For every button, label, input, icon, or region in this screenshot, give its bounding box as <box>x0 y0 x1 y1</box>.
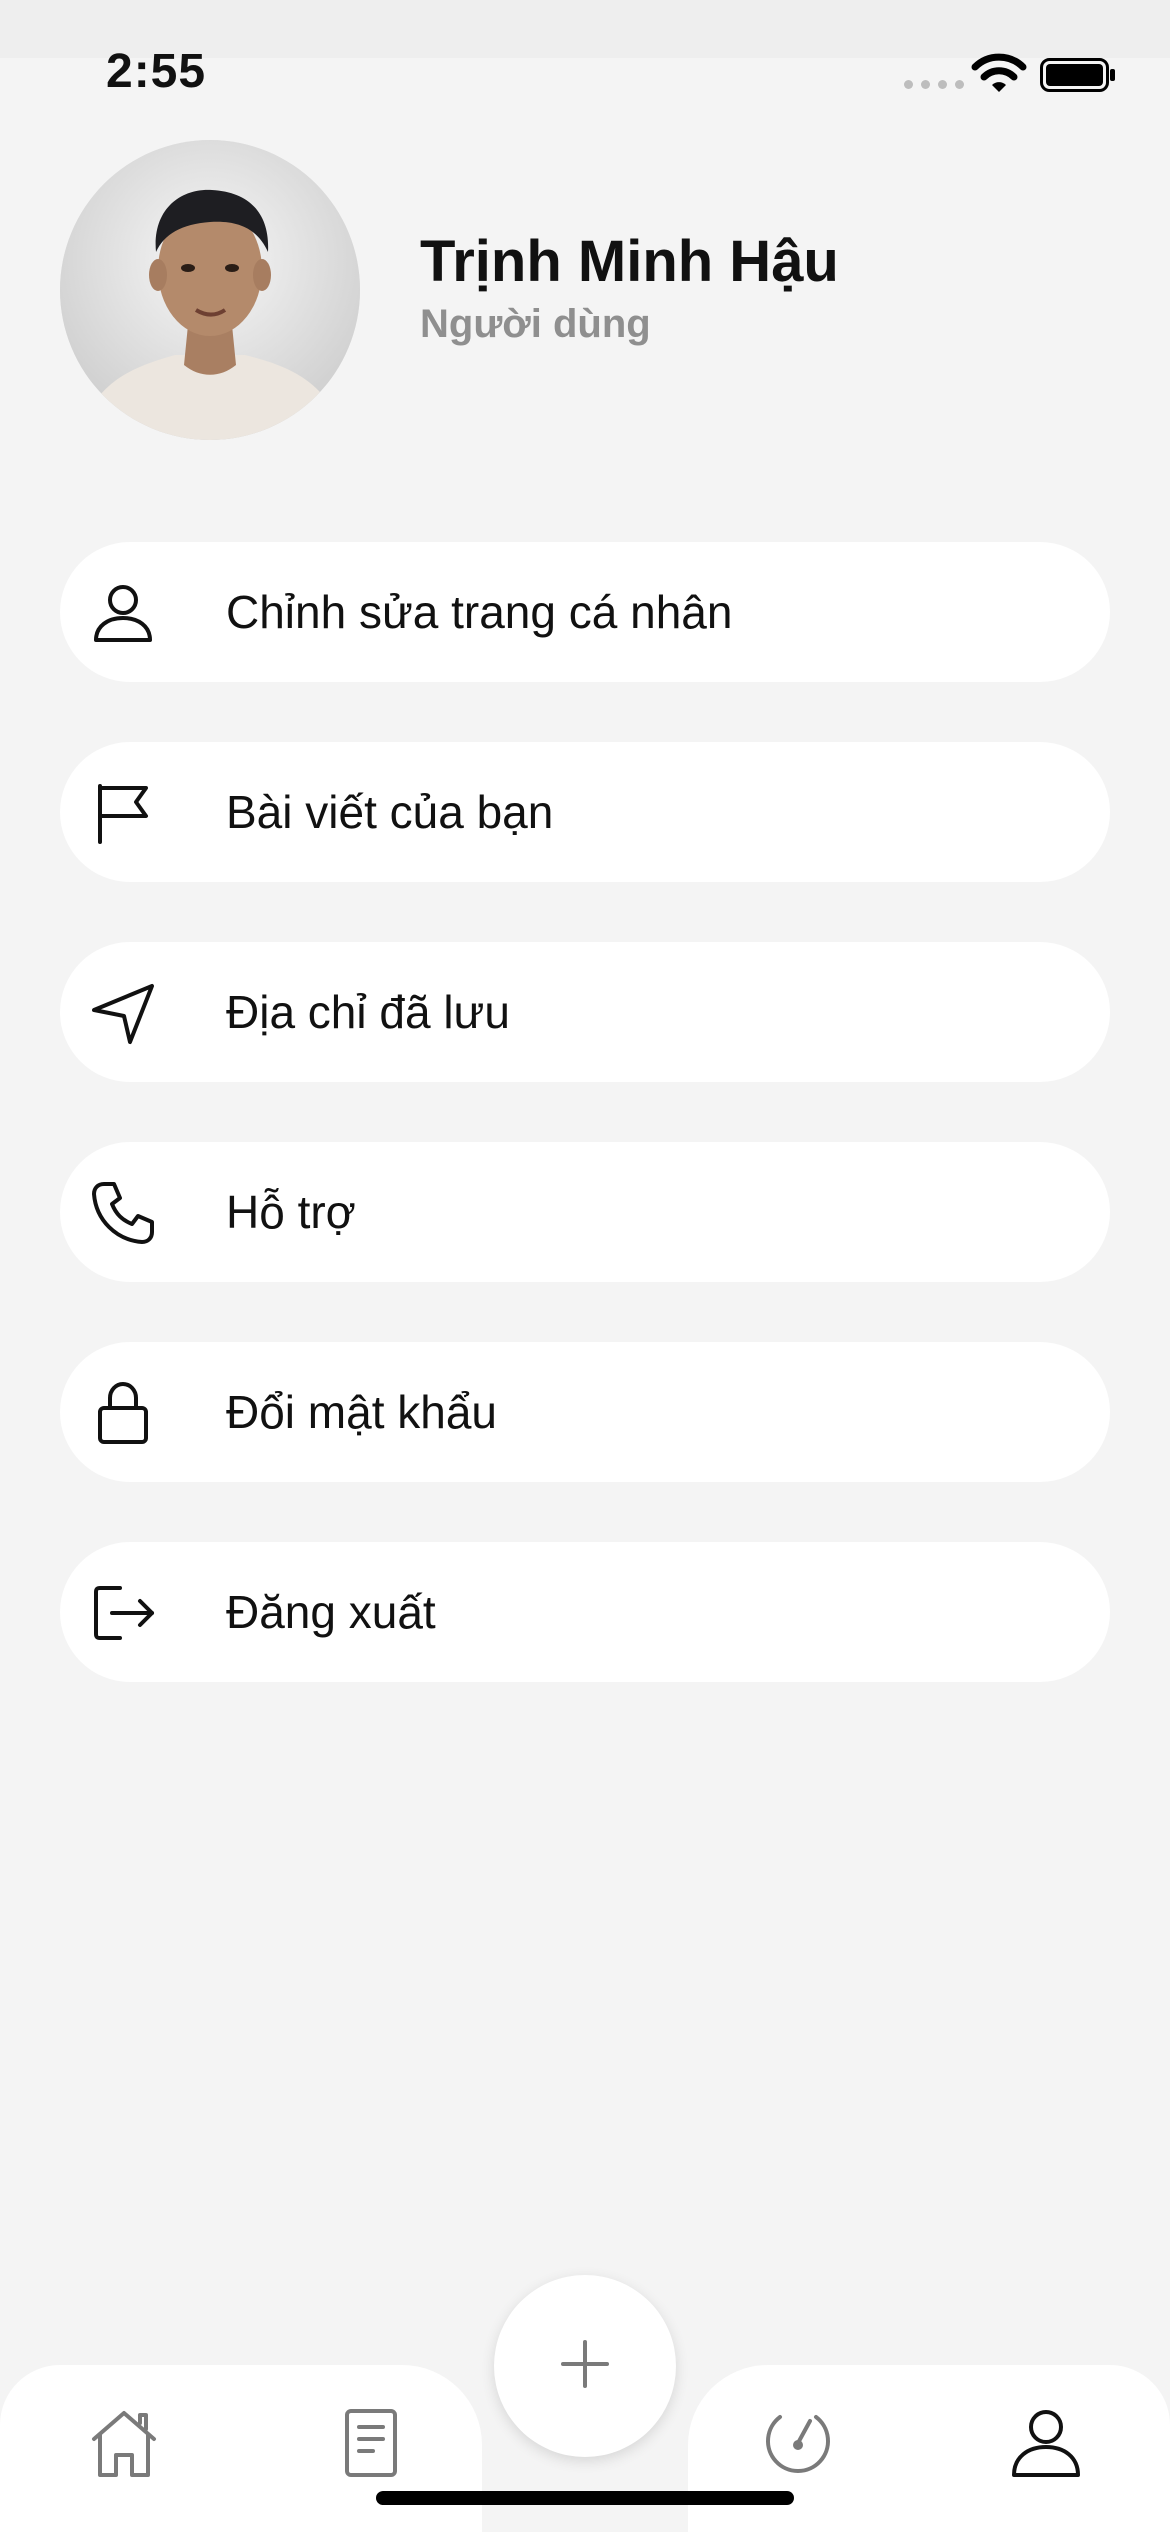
battery-icon <box>1040 58 1115 92</box>
menu-item-label: Địa chỉ đã lưu <box>226 986 510 1038</box>
phone-icon <box>90 1180 156 1246</box>
home-indicator[interactable] <box>376 2491 794 2505</box>
user-icon <box>90 580 156 646</box>
menu-item-edit-profile[interactable]: Chỉnh sửa trang cá nhân <box>60 542 1110 682</box>
menu-item-your-posts[interactable]: Bài viết của bạn <box>60 742 1110 882</box>
menu-item-label: Bài viết của bạn <box>226 786 554 838</box>
settings-menu: Chỉnh sửa trang cá nhân Bài viết của bạn… <box>60 542 1110 1742</box>
menu-item-label: Đăng xuất <box>226 1586 436 1638</box>
home-icon[interactable] <box>86 2405 162 2481</box>
menu-item-label: Hỗ trợ <box>226 1186 356 1238</box>
gauge-icon[interactable] <box>760 2405 836 2481</box>
add-icon <box>555 2334 615 2399</box>
navigation-icon <box>90 980 156 1046</box>
flag-icon <box>90 780 156 846</box>
menu-item-saved-addresses[interactable]: Địa chỉ đã lưu <box>60 942 1110 1082</box>
menu-item-change-password[interactable]: Đổi mật khẩu <box>60 1342 1110 1482</box>
add-post-button[interactable] <box>494 2275 676 2457</box>
menu-item-label: Đổi mật khẩu <box>226 1386 498 1438</box>
wifi-icon <box>971 53 1027 92</box>
avatar[interactable] <box>60 140 360 440</box>
menu-item-logout[interactable]: Đăng xuất <box>60 1542 1110 1682</box>
avatar-photo <box>60 140 360 440</box>
logout-icon <box>90 1580 156 1646</box>
menu-item-support[interactable]: Hỗ trợ <box>60 1142 1110 1282</box>
tab-bar-left-panel <box>0 2365 482 2532</box>
profile-icon[interactable] <box>1008 2405 1084 2481</box>
profile-role: Người dùng <box>420 302 651 346</box>
status-bar: 2:55 <box>0 0 1170 130</box>
document-icon[interactable] <box>333 2405 409 2481</box>
cellular-signal-icon <box>904 80 964 89</box>
menu-item-label: Chỉnh sửa trang cá nhân <box>226 586 733 638</box>
lock-icon <box>90 1380 156 1446</box>
profile-name: Trịnh Minh Hậu <box>420 229 839 294</box>
status-time: 2:55 <box>106 45 207 98</box>
